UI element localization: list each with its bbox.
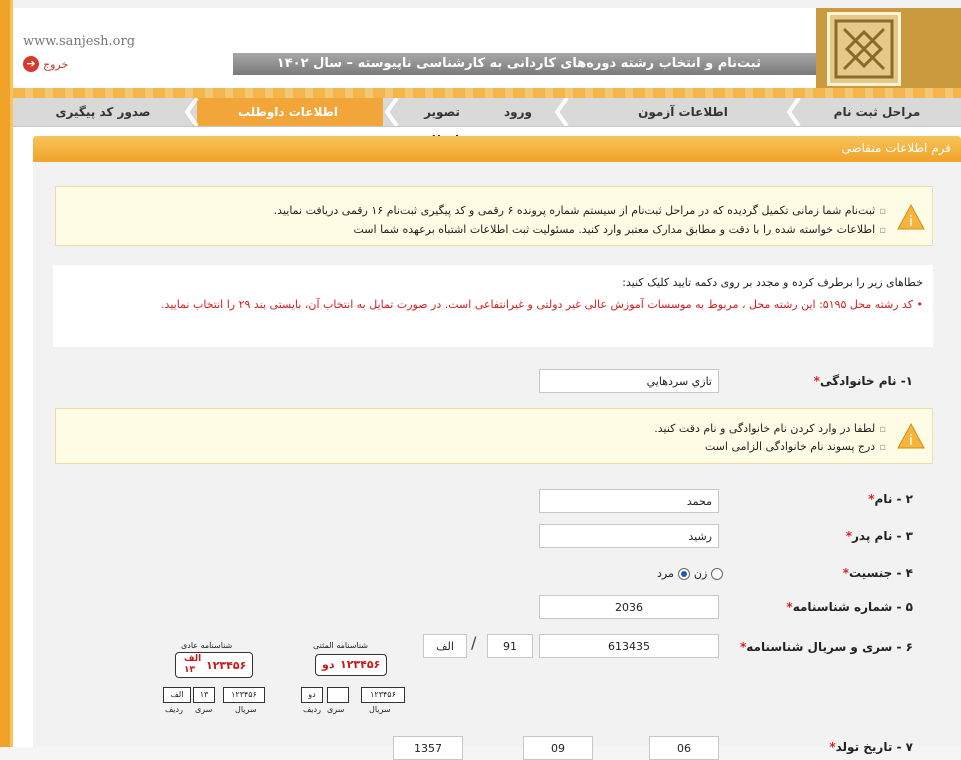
sample-letter: الف: [184, 654, 202, 664]
serial-number-input[interactable]: [487, 634, 533, 658]
birth-date-label: ۷ - تاریخ تولد*: [829, 740, 913, 754]
svg-text:i: i: [909, 214, 913, 230]
first-name-label: ۲ - نام*: [868, 492, 913, 506]
step-photo[interactable]: تصویر داوطلب: [401, 98, 483, 147]
chevron-icon: [553, 96, 571, 128]
chevron-icon: [183, 96, 201, 128]
smart-id-sample: دو ۱۲۳۴۵۶: [315, 654, 387, 676]
serial-label: ۶ - سری و سریال شناسنامه*: [739, 640, 913, 654]
guide-box: ۱۲۳۴۵۶: [361, 687, 405, 703]
form-panel-header: فرم اطلاعات متقاضی: [33, 136, 961, 162]
family-name-label: ۱- نام خانوادگی*: [813, 374, 913, 388]
gender-male-label: مرد: [657, 567, 674, 580]
guide-box: ۱۳: [193, 687, 215, 703]
gender-female-radio[interactable]: [711, 567, 724, 580]
notice-line: درج پسوند نام خانوادگی الزامی است: [705, 440, 886, 453]
notice-line: اطلاعات خواسته شده را با دقت و مطابق مدا…: [354, 223, 887, 236]
id-number-input[interactable]: [539, 595, 719, 619]
guide-caption: سری: [327, 705, 345, 714]
gender-male-radio[interactable]: [677, 567, 690, 580]
header: www.sanjesh.org ➔ خروج ثبت‌نام و انتخاب …: [13, 8, 961, 88]
exit-icon: ➔: [23, 56, 39, 72]
notice-line: ثبت‌نام شما زمانی تکمیل گردیده که در مرا…: [274, 204, 886, 217]
father-name-input[interactable]: [539, 524, 719, 548]
guide-caption: ردیف: [165, 705, 183, 714]
father-name-label: ۳ - نام پدر*: [845, 529, 913, 543]
error-heading: خطاهای زیر را برطرف کرده و مجدد بر روی د…: [622, 276, 923, 289]
error-box: خطاهای زیر را برطرف کرده و مجدد بر روی د…: [53, 265, 933, 347]
header-title: ثبت‌نام و انتخاب رشته دوره‌های کاردانی ب…: [276, 56, 761, 71]
guide-caption: سریال: [369, 705, 391, 714]
name-notice: i لطفا در وارد کردن نام خانوادگی و نام د…: [55, 408, 933, 464]
warning-icon: i: [896, 422, 926, 450]
step-candidate-info[interactable]: اطلاعات داوطلب: [193, 98, 383, 126]
birth-day-input[interactable]: [649, 736, 719, 760]
gender-radio-group: زن مرد: [657, 567, 724, 580]
exit-link[interactable]: ➔ خروج: [23, 56, 68, 72]
notice-line: لطفا در وارد کردن نام خانوادگی و نام دقت…: [654, 422, 886, 435]
slash-separator: /: [471, 633, 477, 652]
step-tracking-code[interactable]: صدور کد پیگیری: [23, 98, 183, 126]
exit-label: خروج: [43, 57, 69, 71]
chevron-icon: [383, 96, 401, 128]
serial-input[interactable]: [539, 634, 719, 658]
warning-icon: i: [896, 203, 926, 231]
guide-box: [327, 687, 349, 703]
sample-serial: ۱۲۳۴۵۶: [340, 658, 381, 671]
normal-id-sample: الف ۱۳ ۱۲۳۴۵۶: [175, 652, 253, 678]
step-exam-info[interactable]: اطلاعات آزمون: [583, 98, 783, 126]
gender-label: ۴ - جنسیت*: [842, 566, 913, 580]
sanjesh-logo-icon: [827, 12, 901, 86]
svg-text:i: i: [909, 433, 913, 449]
guide-caption: سریال: [235, 705, 257, 714]
serial-letter-input[interactable]: [423, 634, 467, 658]
guide-box: ۱۲۳۴۵۶: [223, 687, 265, 703]
page: www.sanjesh.org ➔ خروج ثبت‌نام و انتخاب …: [13, 0, 961, 760]
ornament-band: [13, 88, 961, 98]
steps-bar: مراحل ثبت نام اطلاعات آزمون ورود تصویر د…: [13, 96, 961, 147]
guide-box: الف: [163, 687, 191, 703]
form-title: فرم اطلاعات متقاضی: [841, 141, 951, 155]
top-strip: [13, 0, 961, 8]
left-rail: [0, 0, 10, 747]
first-name-input[interactable]: [539, 489, 719, 513]
info-notice: i ثبت‌نام شما زمانی تکمیل گردیده که در م…: [55, 186, 933, 246]
sample-num: ۱۳: [184, 665, 195, 675]
error-message: • کد رشته محل ۵۱۹۵: این رشته محل ، مربوط…: [161, 298, 923, 311]
chevron-icon: [785, 96, 803, 128]
birth-year-input[interactable]: [393, 736, 463, 760]
step-registration[interactable]: مراحل ثبت نام: [793, 98, 961, 126]
family-name-input[interactable]: [539, 369, 719, 393]
birth-month-input[interactable]: [523, 736, 593, 760]
guide-caption: ردیف: [303, 705, 321, 714]
id-number-label: ۵ - شماره شناسنامه*: [786, 600, 913, 614]
site-domain: www.sanjesh.org: [23, 34, 136, 49]
gender-female-label: زن: [693, 567, 708, 580]
guide-box: دو: [301, 687, 323, 703]
step-login[interactable]: ورود: [483, 98, 553, 126]
guide-caption: سری: [195, 705, 213, 714]
sample-series: دو: [322, 658, 335, 671]
normal-id-caption: شناسنامه عادی: [181, 641, 233, 650]
sample-serial: ۱۲۳۴۵۶: [206, 659, 247, 672]
smart-id-caption: شناسنامه المثنی: [313, 641, 369, 650]
